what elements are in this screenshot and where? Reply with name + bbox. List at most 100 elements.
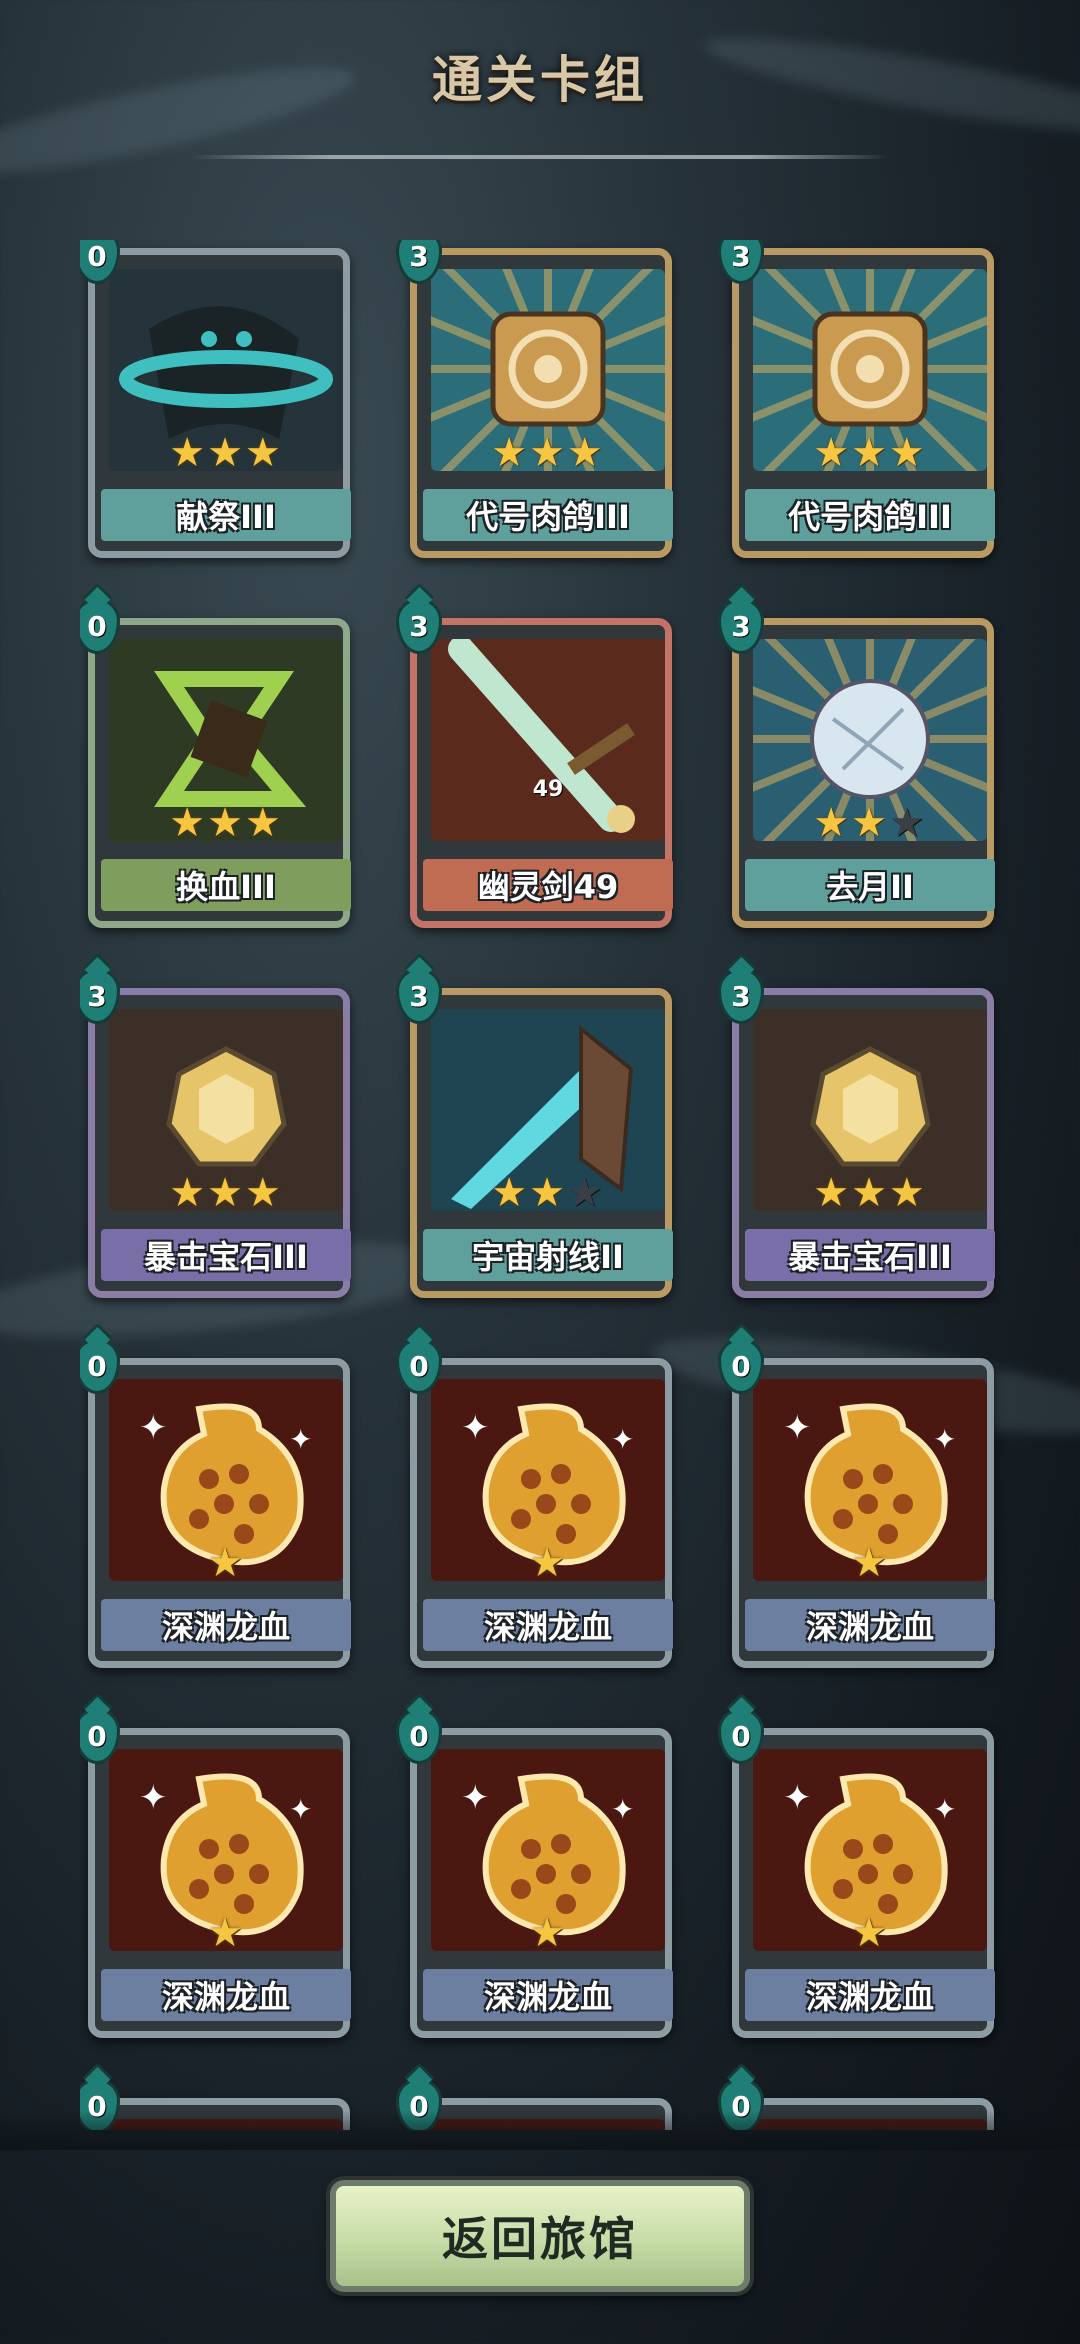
energy-cost-value: 3 [731,979,751,1013]
deck-card[interactable]: ★★★ 暴击宝石III 3 [80,968,360,1310]
star-filled-icon: ★ [169,1170,208,1216]
star-filled-icon: ★ [491,1170,530,1216]
deck-card[interactable]: ✦ ✦ ★ 深渊龙血 0 [80,1708,360,2050]
deck-card[interactable]: ✦ ✦ ★ 深渊龙血 0 [718,1338,1004,1680]
energy-cost-value: 0 [87,2089,107,2123]
star-filled-icon: ★ [851,430,889,476]
star-filled-icon: ★ [529,1910,567,1956]
energy-cost-value: 0 [409,1719,429,1753]
star-empty-icon: ★ [888,800,927,846]
svg-text:✦: ✦ [783,1778,812,1818]
card-star-rating: ★★★ [739,803,1001,843]
card-star-rating: ★★★ [417,433,679,473]
deck-card[interactable]: ★★★ 代号肉鸽III 3 [718,240,1004,570]
card-name: 深渊龙血 [101,1969,351,2021]
deck-card[interactable]: ★★★ 代号肉鸽III 3 [396,240,682,570]
page-title: 通关卡组 [432,51,648,109]
card-name: 宇宙射线II [423,1229,673,1281]
star-filled-icon: ★ [529,430,567,476]
star-filled-icon: ★ [813,800,852,846]
star-filled-icon: ★ [529,1540,567,1586]
card-star-rating: ★ [95,1543,357,1583]
card-name: 幽灵剑49 [423,859,673,911]
card-frame: ★★★ 换血III [88,618,351,928]
card-name: 深渊龙血 [745,1599,995,1651]
star-filled-icon: ★ [529,1170,567,1216]
card-star-rating: ★ [739,1913,1001,1953]
star-filled-icon: ★ [851,1910,889,1956]
card-star-rating: ★ [417,1913,679,1953]
energy-cost-value: 0 [87,240,107,273]
energy-cost-value: 0 [731,1719,751,1753]
energy-cost-value: 0 [731,2089,751,2123]
star-filled-icon: ★ [813,1170,852,1216]
energy-cost-value: 3 [409,240,429,273]
energy-cost-value: 3 [409,609,429,643]
star-filled-icon: ★ [207,1540,245,1586]
star-filled-icon: ★ [851,1170,889,1216]
svg-text:✦: ✦ [611,1793,634,1826]
card-name: 深渊龙血 [101,1599,351,1651]
star-filled-icon: ★ [207,430,245,476]
card-star-rating: ★ [417,1543,679,1583]
deck-card[interactable]: ✦ ✦ ★ 深渊龙血 0 [718,1708,1004,2050]
card-name: 去月II [745,859,995,911]
deck-card[interactable]: ★★★ 去月II 3 [718,598,1004,940]
deck-card[interactable]: ★★★ 暴击宝石III 3 [718,968,1004,1310]
return-to-inn-button[interactable]: 返回旅馆 [330,2180,750,2292]
card-name: 深渊龙血 [745,1969,995,2021]
deck-card[interactable]: ✦ ✦ ★ 深渊龙血 0 [396,1708,682,2050]
deck-card[interactable]: 49 幽灵剑49 3 [396,598,682,940]
card-name: 暴击宝石III [745,1229,995,1281]
card-frame: ★★★ 暴击宝石III [732,988,995,1298]
energy-cost-value: 0 [409,2089,429,2123]
star-filled-icon: ★ [207,1910,245,1956]
card-star-rating: ★★★ [95,433,357,473]
grid-fade [0,2110,1080,2150]
deck-card[interactable]: ★★★ 献祭III 0 [80,240,360,570]
title-divider [190,155,890,159]
deck-card[interactable]: ✦ ✦ ★ 深渊龙血 0 [80,1338,360,1680]
svg-text:✦: ✦ [461,1408,490,1448]
card-name: 换血III [101,859,351,911]
card-level-badge: 49 [532,777,564,802]
card-frame: ✦ ✦ ★ 深渊龙血 [88,1358,351,1668]
energy-cost-value: 3 [731,609,751,643]
card-frame: ✦ ✦ ★ 深渊龙血 [88,1728,351,2038]
card-star-rating: ★★★ [95,803,357,843]
card-name: 代号肉鸽III [745,489,995,541]
star-empty-icon: ★ [566,1170,605,1216]
star-filled-icon: ★ [244,800,283,846]
svg-text:✦: ✦ [289,1793,312,1826]
energy-cost-value: 0 [87,1719,107,1753]
energy-cost-value: 3 [409,979,429,1013]
energy-cost-value: 3 [87,979,107,1013]
card-name: 献祭III [101,489,351,541]
card-star-rating: ★★★ [95,1173,357,1213]
svg-text:✦: ✦ [461,1778,490,1818]
energy-cost-value: 0 [87,1349,107,1383]
card-name: 代号肉鸽III [423,489,673,541]
deck-card[interactable]: ★★★ 换血III 0 [80,598,360,940]
card-grid[interactable]: ★★★ 献祭III 0 ★★★ 代号肉鸽III 3 ★★★ 代号肉鸽III 3 ★★★ 换血III 0… [80,240,1010,2130]
star-filled-icon: ★ [207,800,245,846]
deck-card[interactable]: ✦ ✦ ★ 深渊龙血 0 [396,1338,682,1680]
star-filled-icon: ★ [207,1170,245,1216]
energy-cost-value: 0 [731,1349,751,1383]
deck-card[interactable]: ★★★ 宇宙射线II 3 [396,968,682,1310]
svg-text:✦: ✦ [933,1793,956,1826]
card-name: 深渊龙血 [423,1969,673,2021]
card-frame: ★★★ 暴击宝石III [88,988,351,1298]
card-star-rating: ★ [95,1913,357,1953]
svg-text:✦: ✦ [139,1408,168,1448]
card-frame: ★★★ 献祭III [88,248,351,558]
card-frame: ✦ ✦ ★ 深渊龙血 [732,1728,995,2038]
svg-text:✦: ✦ [289,1423,312,1456]
star-filled-icon: ★ [813,430,852,476]
star-filled-icon: ★ [566,430,605,476]
star-filled-icon: ★ [244,1170,283,1216]
energy-cost-value: 0 [87,609,107,643]
star-filled-icon: ★ [888,1170,927,1216]
star-filled-icon: ★ [851,1540,889,1586]
ghost-sword-icon [431,639,665,841]
